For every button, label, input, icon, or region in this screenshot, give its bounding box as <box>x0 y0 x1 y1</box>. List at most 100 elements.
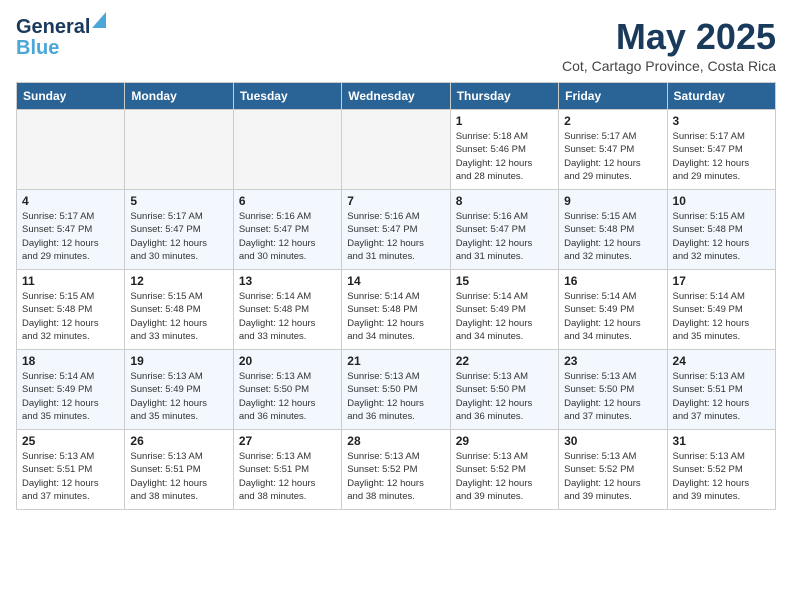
day-number: 6 <box>239 194 336 208</box>
day-cell: 31 Sunrise: 5:13 AMSunset: 5:52 PMDayligh… <box>667 430 775 510</box>
day-cell <box>342 110 450 190</box>
day-number: 20 <box>239 354 336 368</box>
day-number: 21 <box>347 354 444 368</box>
day-cell: 1 Sunrise: 5:18 AMSunset: 5:46 PMDaylight… <box>450 110 558 190</box>
day-detail: Sunrise: 5:17 AMSunset: 5:47 PMDaylight:… <box>22 210 119 263</box>
week-row-5: 25 Sunrise: 5:13 AMSunset: 5:51 PMDayligh… <box>17 430 776 510</box>
day-detail: Sunrise: 5:15 AMSunset: 5:48 PMDaylight:… <box>130 290 227 343</box>
day-detail: Sunrise: 5:13 AMSunset: 5:51 PMDaylight:… <box>673 370 770 423</box>
day-number: 23 <box>564 354 661 368</box>
day-number: 24 <box>673 354 770 368</box>
day-cell: 10 Sunrise: 5:15 AMSunset: 5:48 PMDayligh… <box>667 190 775 270</box>
day-cell <box>233 110 341 190</box>
day-number: 29 <box>456 434 553 448</box>
day-detail: Sunrise: 5:17 AMSunset: 5:47 PMDaylight:… <box>673 130 770 183</box>
day-cell: 9 Sunrise: 5:15 AMSunset: 5:48 PMDaylight… <box>559 190 667 270</box>
col-header-tuesday: Tuesday <box>233 83 341 110</box>
day-detail: Sunrise: 5:16 AMSunset: 5:47 PMDaylight:… <box>456 210 553 263</box>
day-cell: 5Sunrise: 5:17 AMSunset: 5:47 PMDaylight… <box>125 190 233 270</box>
day-detail: Sunrise: 5:15 AMSunset: 5:48 PMDaylight:… <box>22 290 119 343</box>
day-number: 13 <box>239 274 336 288</box>
day-cell: 7Sunrise: 5:16 AMSunset: 5:47 PMDaylight… <box>342 190 450 270</box>
week-row-4: 18 Sunrise: 5:14 AMSunset: 5:49 PMDayligh… <box>17 350 776 430</box>
day-cell: 28 Sunrise: 5:13 AMSunset: 5:52 PMDayligh… <box>342 430 450 510</box>
day-number: 28 <box>347 434 444 448</box>
day-detail: Sunrise: 5:13 AMSunset: 5:50 PMDaylight:… <box>239 370 336 423</box>
logo-general: General <box>16 16 90 38</box>
day-number: 3 <box>673 114 770 128</box>
day-cell: 6 Sunrise: 5:16 AMSunset: 5:47 PMDaylight… <box>233 190 341 270</box>
day-detail: Sunrise: 5:14 AMSunset: 5:48 PMDaylight:… <box>347 290 444 343</box>
day-number: 30 <box>564 434 661 448</box>
day-cell: 21 Sunrise: 5:13 AMSunset: 5:50 PMDayligh… <box>342 350 450 430</box>
day-number: 1 <box>456 114 553 128</box>
day-detail: Sunrise: 5:13 AMSunset: 5:50 PMDaylight:… <box>564 370 661 423</box>
day-number: 10 <box>673 194 770 208</box>
day-cell: 12 Sunrise: 5:15 AMSunset: 5:48 PMDayligh… <box>125 270 233 350</box>
day-detail: Sunrise: 5:18 AMSunset: 5:46 PMDaylight:… <box>456 130 553 183</box>
day-detail: Sunrise: 5:13 AMSunset: 5:50 PMDaylight:… <box>347 370 444 423</box>
day-number: 2 <box>564 114 661 128</box>
day-detail: Sunrise: 5:13 AMSunset: 5:52 PMDaylight:… <box>564 450 661 503</box>
col-header-monday: Monday <box>125 83 233 110</box>
logo-triangle-icon <box>88 12 106 30</box>
month-title: May 2025 <box>562 16 776 58</box>
day-cell: 27 Sunrise: 5:13 AMSunset: 5:51 PMDayligh… <box>233 430 341 510</box>
week-row-2: 4Sunrise: 5:17 AMSunset: 5:47 PMDaylight… <box>17 190 776 270</box>
day-cell: 4Sunrise: 5:17 AMSunset: 5:47 PMDaylight… <box>17 190 125 270</box>
column-headers: SundayMondayTuesdayWednesdayThursdayFrid… <box>17 83 776 110</box>
day-cell: 16Sunrise: 5:14 AMSunset: 5:49 PMDayligh… <box>559 270 667 350</box>
day-cell: 26 Sunrise: 5:13 AMSunset: 5:51 PMDayligh… <box>125 430 233 510</box>
day-number: 12 <box>130 274 227 288</box>
day-number: 22 <box>456 354 553 368</box>
day-number: 31 <box>673 434 770 448</box>
day-number: 19 <box>130 354 227 368</box>
day-detail: Sunrise: 5:13 AMSunset: 5:50 PMDaylight:… <box>456 370 553 423</box>
day-number: 8 <box>456 194 553 208</box>
day-number: 26 <box>130 434 227 448</box>
day-detail: Sunrise: 5:15 AMSunset: 5:48 PMDaylight:… <box>673 210 770 263</box>
day-detail: Sunrise: 5:13 AMSunset: 5:52 PMDaylight:… <box>347 450 444 503</box>
day-detail: Sunrise: 5:13 AMSunset: 5:51 PMDaylight:… <box>22 450 119 503</box>
day-cell: 29 Sunrise: 5:13 AMSunset: 5:52 PMDayligh… <box>450 430 558 510</box>
day-detail: Sunrise: 5:14 AMSunset: 5:49 PMDaylight:… <box>22 370 119 423</box>
day-detail: Sunrise: 5:13 AMSunset: 5:51 PMDaylight:… <box>239 450 336 503</box>
day-number: 14 <box>347 274 444 288</box>
page-header: General Blue May 2025 Cot, Cartago Provi… <box>16 16 776 74</box>
day-detail: Sunrise: 5:15 AMSunset: 5:48 PMDaylight:… <box>564 210 661 263</box>
day-cell: 24 Sunrise: 5:13 AMSunset: 5:51 PMDayligh… <box>667 350 775 430</box>
logo: General Blue <box>16 16 90 60</box>
day-cell: 8 Sunrise: 5:16 AMSunset: 5:47 PMDaylight… <box>450 190 558 270</box>
col-header-sunday: Sunday <box>17 83 125 110</box>
day-detail: Sunrise: 5:13 AMSunset: 5:52 PMDaylight:… <box>456 450 553 503</box>
week-row-1: 1 Sunrise: 5:18 AMSunset: 5:46 PMDaylight… <box>17 110 776 190</box>
day-number: 16 <box>564 274 661 288</box>
day-detail: Sunrise: 5:16 AMSunset: 5:47 PMDaylight:… <box>239 210 336 263</box>
day-cell: 13Sunrise: 5:14 AMSunset: 5:48 PMDayligh… <box>233 270 341 350</box>
day-number: 11 <box>22 274 119 288</box>
col-header-friday: Friday <box>559 83 667 110</box>
day-detail: Sunrise: 5:17 AMSunset: 5:47 PMDaylight:… <box>564 130 661 183</box>
day-number: 25 <box>22 434 119 448</box>
location-subtitle: Cot, Cartago Province, Costa Rica <box>562 58 776 74</box>
day-number: 27 <box>239 434 336 448</box>
day-detail: Sunrise: 5:14 AMSunset: 5:49 PMDaylight:… <box>673 290 770 343</box>
day-detail: Sunrise: 5:13 AMSunset: 5:52 PMDaylight:… <box>673 450 770 503</box>
day-cell: 3 Sunrise: 5:17 AMSunset: 5:47 PMDaylight… <box>667 110 775 190</box>
day-cell: 2 Sunrise: 5:17 AMSunset: 5:47 PMDaylight… <box>559 110 667 190</box>
day-cell <box>17 110 125 190</box>
day-detail: Sunrise: 5:17 AMSunset: 5:47 PMDaylight:… <box>130 210 227 263</box>
calendar-table: SundayMondayTuesdayWednesdayThursdayFrid… <box>16 82 776 510</box>
day-number: 18 <box>22 354 119 368</box>
day-cell: 17Sunrise: 5:14 AMSunset: 5:49 PMDayligh… <box>667 270 775 350</box>
day-detail: Sunrise: 5:13 AMSunset: 5:51 PMDaylight:… <box>130 450 227 503</box>
col-header-thursday: Thursday <box>450 83 558 110</box>
col-header-wednesday: Wednesday <box>342 83 450 110</box>
day-cell: 22 Sunrise: 5:13 AMSunset: 5:50 PMDayligh… <box>450 350 558 430</box>
col-header-saturday: Saturday <box>667 83 775 110</box>
day-number: 7 <box>347 194 444 208</box>
day-number: 15 <box>456 274 553 288</box>
week-row-3: 11 Sunrise: 5:15 AMSunset: 5:48 PMDayligh… <box>17 270 776 350</box>
day-cell: 18 Sunrise: 5:14 AMSunset: 5:49 PMDayligh… <box>17 350 125 430</box>
day-number: 9 <box>564 194 661 208</box>
